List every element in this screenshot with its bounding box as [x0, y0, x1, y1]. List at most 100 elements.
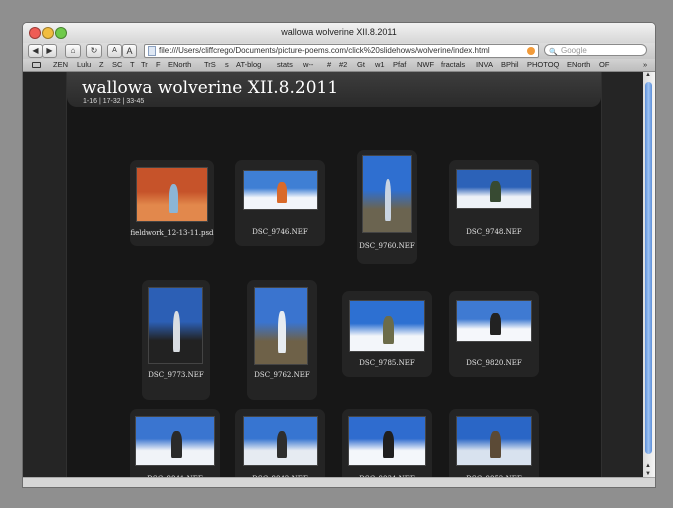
reload-button[interactable]: ↻: [86, 44, 102, 58]
bookmark-item[interactable]: #2: [339, 59, 347, 71]
bookmark-item[interactable]: Lulu: [77, 59, 91, 71]
bookmark-item[interactable]: TrS: [204, 59, 216, 71]
page-title: wallowa wolverine XII.8.2011: [82, 78, 339, 98]
title-bar: wallowa wolverine XII.8.2011: [23, 23, 655, 43]
page-viewport: wallowa wolverine XII.8.2011 1-16 | 17-3…: [23, 72, 643, 477]
scroll-up-arrow-bottom[interactable]: ▲: [645, 463, 651, 469]
bookmark-item[interactable]: Tr: [141, 59, 148, 71]
thumbnail-card[interactable]: DSC_9841.NEF: [130, 409, 220, 477]
bookmark-item[interactable]: NWF: [417, 59, 434, 71]
reload-icon: ↻: [90, 46, 98, 55]
thumbnail-filename[interactable]: DSC_9820.NEF: [449, 359, 539, 367]
thumbnail-card[interactable]: DSC_9762.NEF: [247, 280, 317, 400]
thumbnail-photo[interactable]: [456, 416, 532, 466]
thumbnail-card[interactable]: DSC_9760.NEF: [357, 150, 417, 264]
text-smaller-button[interactable]: A: [107, 44, 122, 58]
vertical-scrollbar[interactable]: ▲ ▲ ▼: [643, 72, 655, 477]
thumbnail-photo[interactable]: [348, 416, 426, 466]
thumbnail-filename[interactable]: DSC_9760.NEF: [357, 242, 417, 250]
bookmark-item[interactable]: BPhil: [501, 59, 519, 71]
bookmark-item[interactable]: PHOTOQ: [527, 59, 559, 71]
thumbnail-photo[interactable]: [243, 170, 318, 210]
photo-subject-shape: [490, 431, 501, 458]
bookmark-item[interactable]: F: [156, 59, 161, 71]
thumbnail-card[interactable]: DSC_9834.NEF: [342, 409, 432, 477]
thumbnail-photo[interactable]: [148, 287, 203, 364]
bookmark-item[interactable]: T: [130, 59, 135, 71]
bookmark-item[interactable]: SC: [112, 59, 122, 71]
page-icon: [148, 46, 156, 56]
home-icon: ⌂: [70, 46, 76, 55]
bookmark-item[interactable]: Pfaf: [393, 59, 406, 71]
bookmark-item[interactable]: OF: [599, 59, 609, 71]
thumbnail-card[interactable]: DSC_9746.NEF: [235, 160, 325, 246]
thumbnail-photo[interactable]: [349, 300, 425, 352]
bookmarks-bar: ZEN Lulu Z SC T Tr F ENorth TrS s AT-blo…: [23, 59, 655, 72]
range-link-1[interactable]: 1-16: [83, 98, 97, 105]
thumbnail-photo[interactable]: [254, 287, 308, 365]
scroll-thumb[interactable]: [645, 82, 652, 454]
bookmark-item[interactable]: w1: [375, 59, 385, 71]
range-link-3[interactable]: 33-45: [126, 98, 144, 105]
scroll-up-arrow[interactable]: ▲: [645, 72, 651, 78]
bookmarks-overflow-chevron[interactable]: »: [643, 59, 647, 71]
rss-icon[interactable]: [527, 47, 535, 55]
back-button[interactable]: ◀: [28, 44, 43, 58]
url-text: file:///Users/cliffcrego/Documents/pictu…: [159, 46, 490, 55]
thumbnail-photo[interactable]: [136, 167, 208, 222]
browser-window: wallowa wolverine XII.8.2011 ◀ ▶ ⌂ ↻ A A…: [22, 22, 656, 488]
photo-subject-shape: [168, 183, 179, 214]
photo-subject-shape: [171, 431, 182, 458]
bookmark-item[interactable]: fractals: [441, 59, 465, 71]
thumbnail-filename[interactable]: DSC_9773.NEF: [142, 371, 210, 379]
thumbnail-photo[interactable]: [456, 300, 532, 342]
thumbnail-photo[interactable]: [135, 416, 215, 466]
bookmark-item[interactable]: ZEN: [53, 59, 68, 71]
thumbnail-photo[interactable]: [362, 155, 412, 233]
thumbnail-card[interactable]: DSC_9785.NEF: [342, 291, 432, 377]
thumbnail-filename[interactable]: DSC_9762.NEF: [247, 371, 317, 379]
search-placeholder: Google: [561, 46, 587, 55]
bookmark-item[interactable]: stats: [277, 59, 293, 71]
thumbnail-photo[interactable]: [243, 416, 318, 466]
bookmark-item[interactable]: AT-blog: [236, 59, 261, 71]
bookmark-item[interactable]: INVA: [476, 59, 493, 71]
thumbnail-photo[interactable]: [456, 169, 532, 209]
bookmark-item[interactable]: Gt: [357, 59, 365, 71]
photo-subject-shape: [278, 310, 286, 353]
thumbnail-card[interactable]: DSC_9842.NEF: [235, 409, 325, 477]
thumbnail-card[interactable]: fieldwork_12-13-11.psd: [130, 160, 214, 246]
search-icon: 🔍: [549, 49, 558, 56]
forward-button[interactable]: ▶: [42, 44, 57, 58]
bookmark-item[interactable]: ENorth: [567, 59, 590, 71]
thumbnail-card[interactable]: DSC_9820.NEF: [449, 291, 539, 377]
thumbnail-card[interactable]: DSC_9852.NEF: [449, 409, 539, 477]
search-field[interactable]: 🔍 Google: [544, 44, 647, 56]
bookmarks-book-icon[interactable]: [32, 62, 41, 68]
home-button[interactable]: ⌂: [65, 44, 81, 58]
range-link-2[interactable]: 17-32: [103, 98, 121, 105]
text-larger-button[interactable]: A: [122, 44, 137, 58]
photo-subject-shape: [490, 181, 501, 203]
horizontal-scrollbar[interactable]: [23, 477, 655, 487]
bookmark-item[interactable]: Z: [99, 59, 104, 71]
bookmark-item[interactable]: s: [225, 59, 229, 71]
thumbnail-filename[interactable]: DSC_9785.NEF: [342, 359, 432, 367]
back-arrow-icon: ◀: [32, 46, 39, 55]
bookmark-item[interactable]: w--: [303, 59, 313, 71]
thumbnail-filename[interactable]: fieldwork_12-13-11.psd: [130, 229, 214, 237]
toolbar: ◀ ▶ ⌂ ↻ A A file:///Users/cliffcrego/Doc…: [23, 43, 655, 59]
bookmark-item[interactable]: #: [327, 59, 331, 71]
photo-subject-shape: [490, 313, 501, 335]
thumbnail-filename[interactable]: DSC_9746.NEF: [235, 228, 325, 236]
photo-subject-shape: [383, 431, 394, 458]
thumbnail-filename[interactable]: DSC_9748.NEF: [449, 228, 539, 236]
thumbnail-card[interactable]: DSC_9773.NEF: [142, 280, 210, 400]
address-bar[interactable]: file:///Users/cliffcrego/Documents/pictu…: [144, 44, 539, 58]
page-header: wallowa wolverine XII.8.2011 1-16 | 17-3…: [67, 72, 601, 107]
thumbnail-card[interactable]: DSC_9748.NEF: [449, 160, 539, 246]
photo-subject-shape: [384, 178, 392, 221]
photo-subject-shape: [276, 182, 288, 204]
photo-subject-shape: [172, 310, 181, 352]
bookmark-item[interactable]: ENorth: [168, 59, 191, 71]
